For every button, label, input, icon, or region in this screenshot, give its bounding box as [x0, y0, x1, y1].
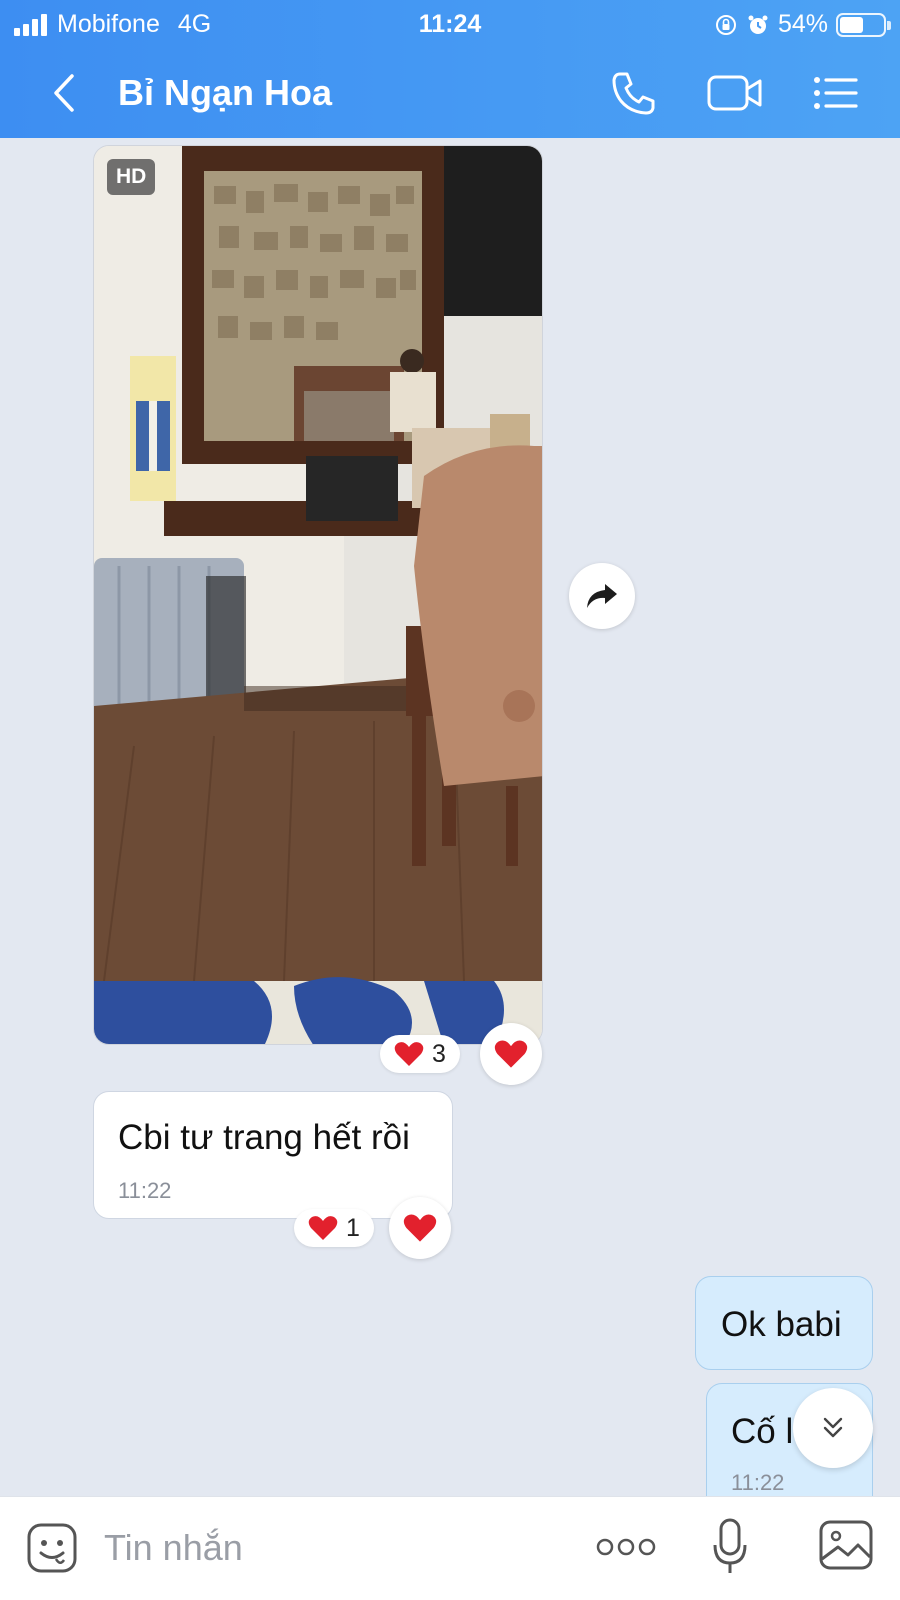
nav-bar: Bỉ Ngạn Hoa [0, 60, 900, 126]
message-input[interactable]: Tin nhắn [104, 1527, 243, 1569]
heart-icon [494, 1040, 528, 1068]
message-text: Cố l [731, 1412, 794, 1451]
image-icon[interactable] [818, 1519, 874, 1571]
photo-react-button[interactable] [480, 1023, 542, 1085]
heart-icon [403, 1214, 437, 1242]
heart-icon [394, 1042, 424, 1066]
phone-icon[interactable] [608, 68, 660, 118]
status-bar: Mobifone 4G 11:24 54% [0, 8, 900, 42]
battery-percent: 54% [777, 10, 828, 38]
back-icon[interactable] [44, 70, 84, 116]
battery-fill [840, 16, 863, 33]
room-photo [94, 146, 542, 1044]
reaction-count-label: 1 [346, 1213, 360, 1242]
share-arrow-icon [587, 584, 617, 608]
scroll-to-bottom-button[interactable] [793, 1388, 873, 1468]
video-call-icon[interactable] [706, 68, 764, 118]
heart-icon [308, 1216, 338, 1240]
reaction-count-label: 3 [432, 1039, 446, 1068]
alarm-icon [748, 15, 768, 34]
forward-button[interactable] [569, 563, 635, 629]
photo-message[interactable]: HD [93, 145, 543, 1045]
contact-name[interactable]: Bỉ Ngạn Hoa [118, 72, 332, 114]
message-text: Ok babi [721, 1305, 842, 1344]
message-text: Cbi tư trang hết rồi [118, 1118, 410, 1157]
message-input-bar: Tin nhắn [0, 1496, 900, 1600]
chat-header: Mobifone 4G 11:24 54% Bỉ Ngạn Hoa [0, 0, 900, 138]
hd-badge: HD [107, 159, 156, 195]
message-react-button[interactable] [389, 1197, 451, 1259]
rotation-lock-icon [715, 14, 736, 35]
outgoing-message[interactable]: Ok babi [695, 1276, 873, 1370]
message-reaction-count[interactable]: 1 [294, 1209, 374, 1247]
double-chevron-down-icon [823, 1417, 843, 1438]
menu-list-icon[interactable] [810, 68, 862, 118]
sticker-icon[interactable] [26, 1522, 78, 1574]
battery-icon [836, 12, 891, 37]
message-time: 11:22 [118, 1178, 172, 1203]
more-icon[interactable] [596, 1537, 656, 1557]
status-right: 54% [714, 10, 891, 39]
photo-reaction-count[interactable]: 3 [380, 1035, 460, 1073]
message-time: 11:22 [731, 1470, 785, 1495]
incoming-message[interactable]: Cbi tư trang hết rồi 11:22 [93, 1091, 453, 1219]
microphone-icon[interactable] [712, 1517, 748, 1577]
